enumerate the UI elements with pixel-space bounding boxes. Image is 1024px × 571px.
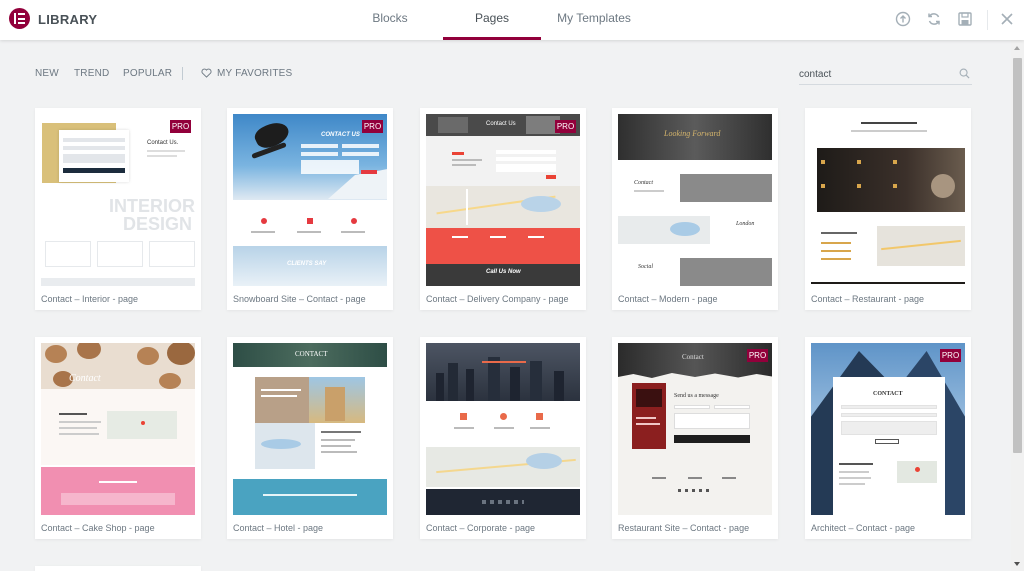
tab-pages[interactable]: Pages	[443, 0, 541, 40]
template-title: Contact – Restaurant - page	[811, 294, 925, 304]
filter-new[interactable]: NEW	[35, 68, 59, 79]
search-box	[799, 65, 972, 85]
template-thumbnail: Contact	[41, 343, 195, 515]
scrollbar[interactable]	[1011, 40, 1024, 571]
thumb-heading: CONTACT US	[321, 132, 360, 138]
filter-popular[interactable]: POPULAR	[123, 68, 172, 79]
thumb-heading: CONTACT	[295, 350, 328, 358]
tab-my-templates[interactable]: My Templates	[552, 0, 636, 40]
elementor-logo-icon	[9, 8, 30, 29]
thumb-heading: CONTACT	[873, 391, 903, 397]
library-title: LIBRARY	[38, 12, 98, 27]
filter-my-favorites[interactable]: MY FAVORITES	[217, 68, 292, 79]
template-card-delivery[interactable]: Contact Us Call Us Now PRO Contact – Del…	[420, 108, 586, 310]
template-title: Architect – Contact - page	[811, 523, 916, 533]
template-title: Contact – Modern - page	[618, 294, 718, 304]
template-thumbnail: CONTACT	[233, 343, 387, 515]
template-card-hotel[interactable]: CONTACT Contact – Hotel - page	[227, 337, 393, 539]
template-title: Contact – Cake Shop - page	[41, 523, 155, 533]
template-title: Snowboard Site – Contact - page	[233, 294, 366, 304]
thumb-contact: Contact	[634, 180, 653, 186]
filter-divider	[182, 67, 183, 80]
template-thumbnail	[811, 114, 965, 286]
template-title: Contact – Delivery Company - page	[426, 294, 569, 304]
template-card-modern[interactable]: Looking Forward Contact London Social Co…	[612, 108, 778, 310]
scroll-up-arrow-icon[interactable]	[1014, 46, 1020, 50]
template-title: Restaurant Site – Contact - page	[618, 523, 750, 533]
close-icon[interactable]	[999, 11, 1015, 27]
thumb-city: London	[736, 221, 755, 227]
template-thumbnail: CONTACT	[811, 343, 965, 515]
pro-badge: PRO	[555, 120, 576, 133]
thumb-heading: Contact	[682, 353, 704, 361]
upload-icon[interactable]	[895, 11, 911, 27]
template-card-architect[interactable]: CONTACT PRO Architect – Contact - page	[805, 337, 971, 539]
template-thumbnail: Looking Forward Contact London Social	[618, 114, 772, 286]
sync-icon[interactable]	[926, 11, 942, 27]
scroll-down-arrow-icon[interactable]	[1014, 562, 1020, 566]
template-card-corporate[interactable]: Contact – Corporate - page	[420, 337, 586, 539]
library-header: LIBRARY Blocks Pages My Templates	[0, 0, 1024, 40]
filter-trend[interactable]: TREND	[74, 68, 109, 79]
template-title: Contact – Interior - page	[41, 294, 139, 304]
template-thumbnail: Contact Us Call Us Now	[426, 114, 580, 286]
template-title: Contact – Hotel - page	[233, 523, 324, 533]
thumb-heading: Looking Forward	[664, 129, 721, 138]
template-thumbnail: Contact Send us a message	[618, 343, 772, 515]
thumb-footer: CLIENTS SAY	[287, 261, 327, 267]
heart-icon[interactable]	[201, 68, 212, 78]
template-card-interior[interactable]: Contact Us. INTERIOR DESIGN PRO Contact …	[35, 108, 201, 310]
template-card-restaurant-site[interactable]: Contact Send us a message PRO Restaurant…	[612, 337, 778, 539]
save-icon[interactable]	[957, 11, 973, 27]
thumb-heading: Contact Us.	[147, 140, 179, 146]
template-card-partial[interactable]	[35, 566, 201, 571]
pro-badge: PRO	[747, 349, 768, 362]
thumb-heading: Contact Us	[486, 121, 516, 127]
search-icon[interactable]	[959, 68, 970, 79]
thumb-big-text: DESIGN	[123, 214, 193, 234]
template-thumbnail: CONTACT US CLIENTS SAY	[233, 114, 387, 286]
template-card-snowboard[interactable]: CONTACT US CLIENTS SAY PRO Snowboard Sit…	[227, 108, 393, 310]
template-thumbnail	[426, 343, 580, 515]
scrollbar-thumb[interactable]	[1013, 58, 1022, 453]
thumb-social: Social	[638, 264, 653, 270]
template-thumbnail: Contact Us. INTERIOR DESIGN	[41, 114, 195, 286]
template-title: Contact – Corporate - page	[426, 523, 536, 533]
pro-badge: PRO	[170, 120, 191, 133]
template-card-cake-shop[interactable]: Contact Contact – Cake Shop - page	[35, 337, 201, 539]
thumb-heading: Contact	[69, 373, 101, 384]
pro-badge: PRO	[940, 349, 961, 362]
thumb-sub: Send us a message	[674, 393, 719, 399]
header-divider	[987, 10, 988, 30]
pro-badge: PRO	[362, 120, 383, 133]
search-input[interactable]	[799, 65, 949, 83]
template-card-restaurant[interactable]: Contact – Restaurant - page	[805, 108, 971, 310]
tab-blocks[interactable]: Blocks	[359, 0, 421, 40]
thumb-callout: Call Us Now	[486, 269, 521, 275]
